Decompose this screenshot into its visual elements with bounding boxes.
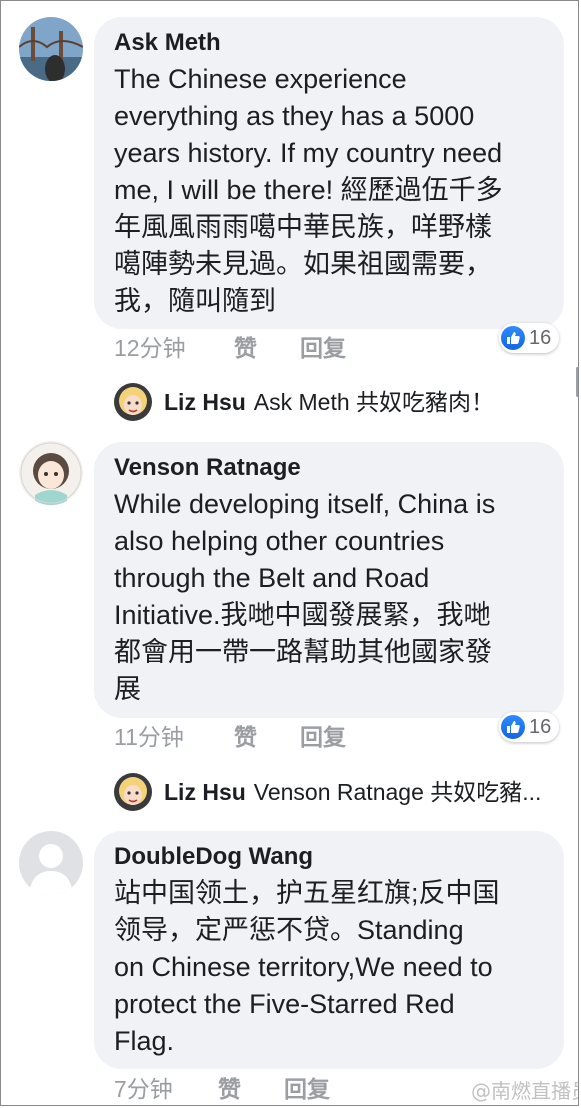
comment-thread: Ask Meth The Chinese experience everythi… [0,0,579,1106]
reply-text: Venson Ratnage 共奴吃豬... [253,779,542,805]
comment-author[interactable]: DoubleDog Wang [114,841,544,873]
watermark: @南燃直播员 [471,1079,579,1103]
reply-line: Liz Hsu Venson Ratnage 共奴吃豬... [164,775,574,809]
thumbs-up-icon [501,326,525,350]
comment-time[interactable]: 12分钟 [114,331,186,365]
avatar[interactable] [114,773,152,811]
reply-button[interactable]: 回复 [300,331,346,365]
reply-author[interactable]: Liz Hsu [164,779,246,805]
comment-time[interactable]: 7分钟 [114,1072,173,1105]
comment-bubble: DoubleDog Wang 站中国领土，护五星红旗;反中国 领导，定严惩不贷。… [94,831,564,1069]
comment-author[interactable]: Venson Ratnage [114,452,544,484]
thumbs-up-icon [501,715,525,739]
comment-bubble: Ask Meth The Chinese experience everythi… [94,17,564,329]
comment-text: 站中国领土，护五星红旗;反中国 领导，定严惩不贷。Standing on Chi… [114,878,500,1056]
comment-time[interactable]: 11分钟 [114,720,184,754]
default-avatar-icon [19,831,83,895]
avatar[interactable] [19,831,83,895]
reply-button[interactable]: 回复 [284,1072,330,1105]
reaction-count: 16 [529,326,552,349]
bridge-photo-icon [19,17,83,81]
comment-author[interactable]: Ask Meth [114,27,544,59]
avatar[interactable] [19,17,83,81]
comment-text: The Chinese experience everything as the… [114,64,503,316]
reaction-count: 16 [529,715,552,738]
like-button[interactable]: 赞 [234,331,257,365]
anime-avatar-icon [19,441,83,505]
reply-button[interactable]: 回复 [300,720,346,754]
reply-text: Ask Meth 共奴吃豬肉！ [253,389,495,415]
reaction-summary[interactable]: 16 [499,712,559,742]
avatar[interactable] [19,441,83,505]
blonde-avatar-icon [114,383,152,421]
avatar[interactable] [114,383,152,421]
like-button[interactable]: 赞 [218,1072,241,1105]
comment-text: While developing itself, China is also h… [114,489,496,704]
like-button[interactable]: 赞 [234,720,257,754]
comment-bubble: Venson Ratnage While developing itself, … [94,442,564,718]
reply-author[interactable]: Liz Hsu [164,389,246,415]
reply-line: Liz Hsu Ask Meth 共奴吃豬肉！ [164,385,574,419]
blonde-avatar-icon [114,773,152,811]
reaction-summary[interactable]: 16 [499,323,559,353]
scrollbar[interactable] [576,367,578,397]
